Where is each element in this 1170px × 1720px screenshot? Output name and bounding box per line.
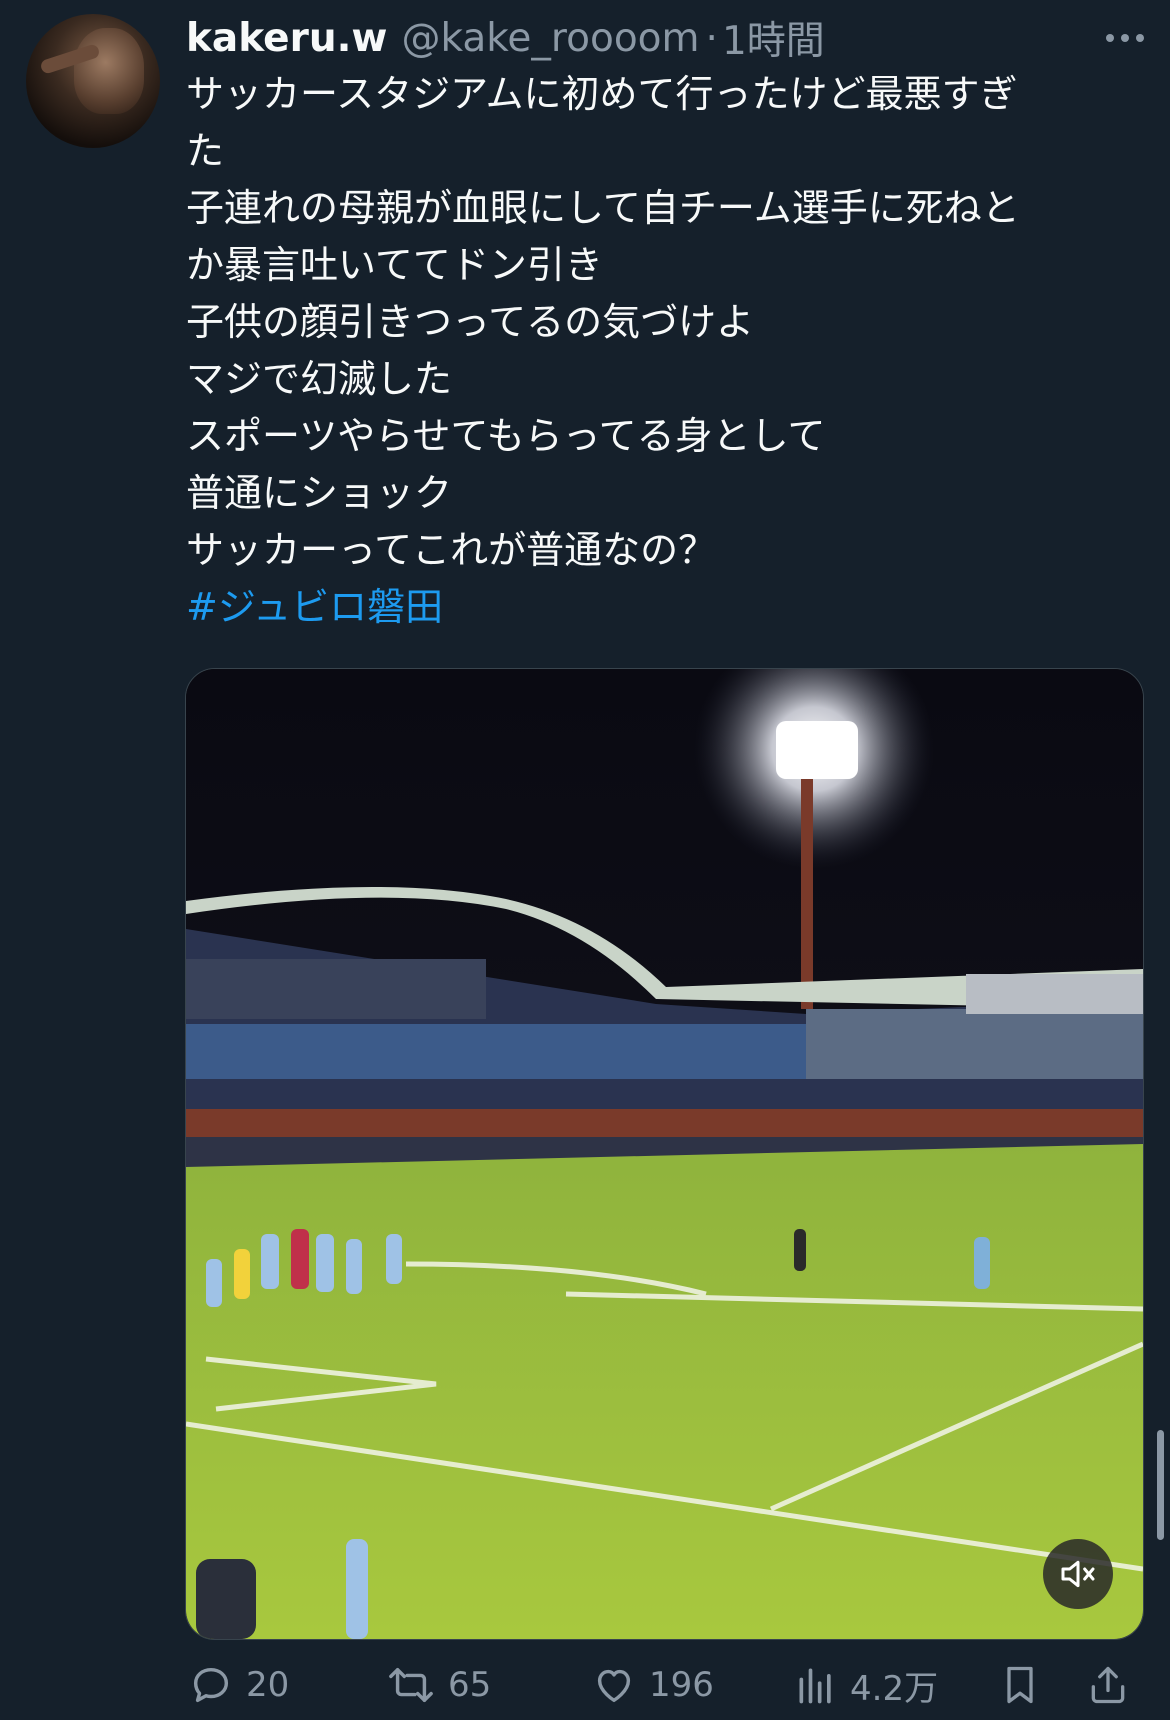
reply-button[interactable]: 20 bbox=[188, 1650, 289, 1720]
tweet-text-line: スポーツやらせてもらってる身として bbox=[186, 414, 826, 458]
display-name[interactable]: kakeru.w bbox=[186, 16, 387, 61]
tweet-text-line: か暴言吐いててドン引き bbox=[186, 243, 603, 287]
retweet-button[interactable]: 65 bbox=[386, 1650, 491, 1720]
scrollbar[interactable] bbox=[1157, 1430, 1164, 1540]
tweet-header: kakeru.w @kake_roooom · 1時間 bbox=[186, 10, 1144, 66]
tweet-text: サッカースタジアムに初めて行ったけど最悪すぎ た 子連れの母親が血眼にして自チー… bbox=[186, 66, 1126, 636]
tweet-text-line: サッカーってこれが普通なの？ bbox=[186, 528, 717, 572]
tweet-text-line: 子連れの母親が血眼にして自チーム選手に死ねと bbox=[186, 186, 1020, 230]
reply-count: 20 bbox=[246, 1665, 290, 1705]
retweet-count: 65 bbox=[448, 1665, 492, 1705]
user-handle[interactable]: @kake_roooom bbox=[401, 16, 699, 61]
avatar[interactable] bbox=[26, 14, 160, 148]
mute-icon bbox=[1061, 1560, 1095, 1588]
more-icon[interactable] bbox=[1084, 18, 1144, 58]
mute-button[interactable] bbox=[1043, 1539, 1113, 1609]
views-button[interactable]: 4.2万 bbox=[794, 1650, 938, 1720]
bookmark-icon bbox=[1007, 1666, 1033, 1704]
views-count: 4.2万 bbox=[850, 1668, 939, 1709]
reply-icon bbox=[193, 1667, 229, 1703]
tweet-text-line: マジで幻滅した bbox=[186, 357, 453, 401]
avatar-face bbox=[74, 28, 144, 114]
video-player[interactable] bbox=[185, 668, 1144, 1640]
views-icon bbox=[799, 1668, 831, 1704]
tweet-text-line: 子供の顔引きつってるの気づけよ bbox=[186, 300, 755, 344]
timestamp[interactable]: 1時間 bbox=[722, 10, 825, 66]
tweet-text-line: 普通にショック bbox=[186, 471, 453, 515]
retweet-icon bbox=[389, 1667, 433, 1703]
hashtag-link[interactable]: #ジュビロ磐田 bbox=[186, 579, 1126, 636]
like-count: 196 bbox=[649, 1665, 714, 1705]
tweet-text-line: た bbox=[186, 129, 225, 173]
stadium-video-frame bbox=[186, 669, 1143, 1639]
like-button[interactable]: 196 bbox=[591, 1650, 714, 1720]
bookmark-button[interactable] bbox=[998, 1650, 1042, 1720]
tweet-actions: 20 65 196 4.2万 bbox=[186, 1650, 1146, 1720]
like-icon bbox=[597, 1669, 631, 1703]
time-separator: · bbox=[705, 15, 718, 61]
share-icon bbox=[1091, 1666, 1125, 1704]
tweet-text-line: サッカースタジアムに初めて行ったけど最悪すぎ bbox=[186, 72, 1018, 116]
share-button[interactable] bbox=[1086, 1650, 1130, 1720]
